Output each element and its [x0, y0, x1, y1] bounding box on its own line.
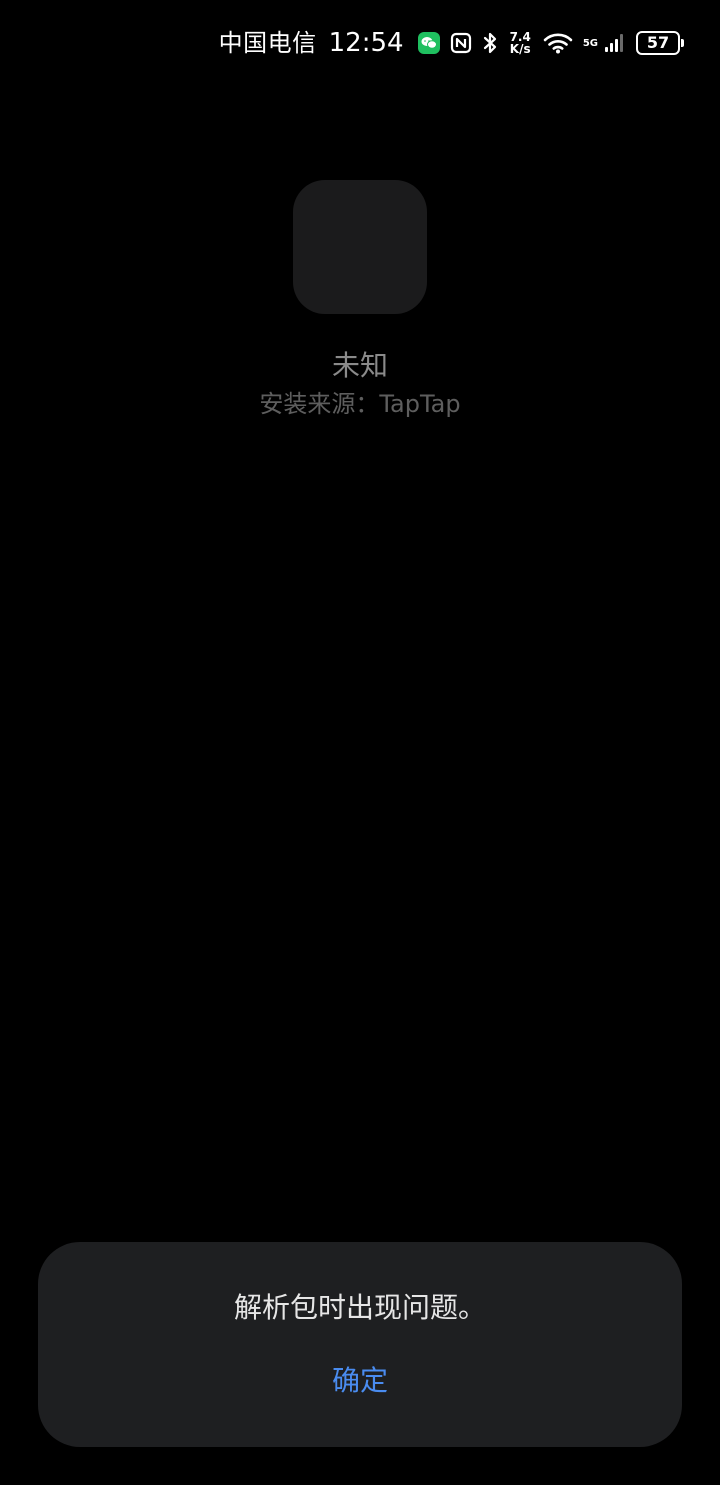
confirm-button[interactable]: 确定: [310, 1356, 410, 1406]
network-type: 5G: [583, 38, 598, 49]
status-bar: 中国电信 12:54 7.4 K/s 5G 57: [0, 0, 720, 84]
package-installer-screen: 中国电信 12:54 7.4 K/s 5G 57 未知 安装来源：TapTap …: [0, 0, 720, 1485]
wifi-icon: [543, 32, 573, 54]
carrier-name: 中国电信: [218, 29, 317, 57]
app-name: 未知: [331, 349, 388, 382]
app-placeholder-icon: [293, 180, 427, 314]
dialog-message: 解析包时出现问题。: [233, 1291, 486, 1324]
battery-icon: 57: [636, 31, 684, 55]
clock: 12:54: [328, 28, 404, 58]
network-speed-unit: K/s: [509, 42, 531, 56]
status-bar-right: 中国电信 12:54 7.4 K/s 5G 57: [218, 26, 684, 60]
parse-error-dialog: 解析包时出现问题。 确定: [38, 1242, 682, 1447]
install-source: 安装来源：TapTap: [259, 390, 461, 418]
battery-level: 57: [646, 33, 670, 52]
wechat-icon: [417, 32, 440, 54]
network-speed: 7.4 K/s: [510, 31, 531, 55]
bluetooth-icon: [482, 31, 498, 55]
network-type-label: 5G: [582, 37, 598, 49]
nfc-icon: [450, 32, 472, 54]
cellular-signal-icon: [604, 32, 626, 54]
